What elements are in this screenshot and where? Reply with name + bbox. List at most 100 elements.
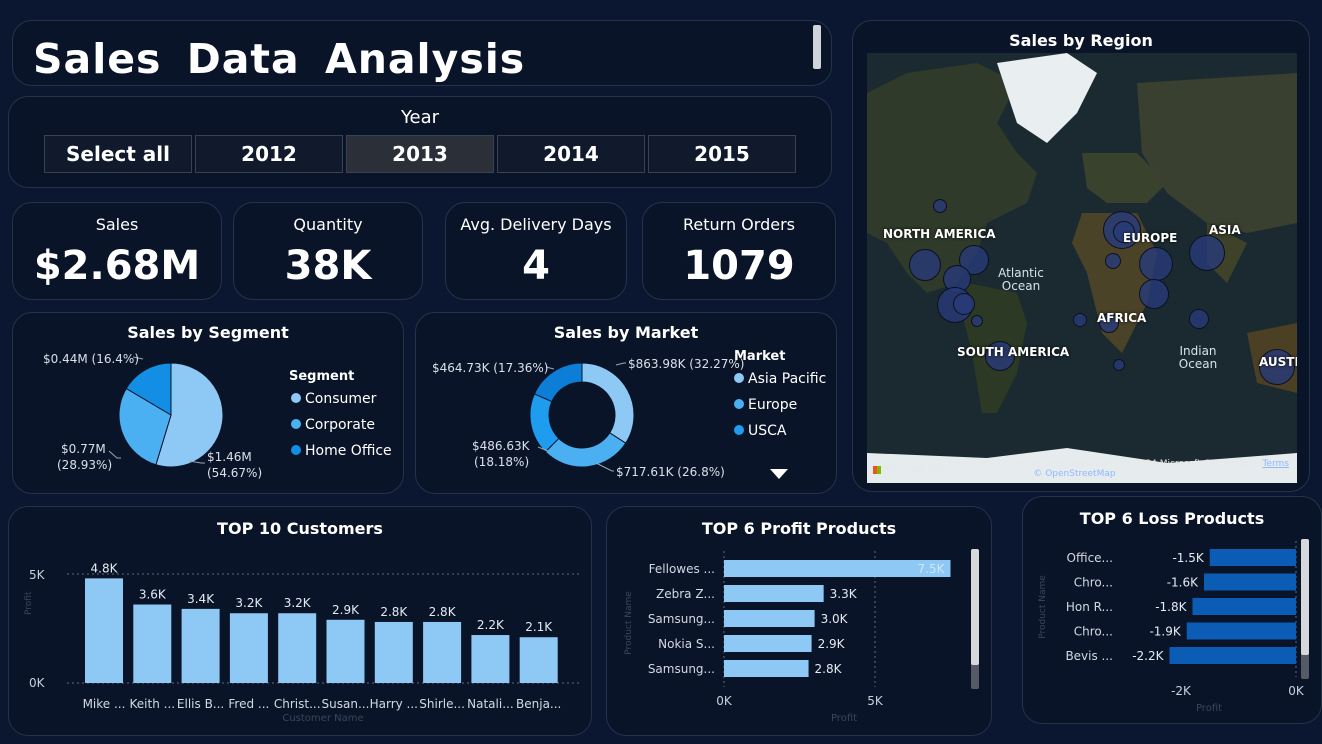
profit-bar[interactable] <box>724 635 812 652</box>
legend-item-home-office[interactable]: Home Office <box>291 443 392 459</box>
customer-bar[interactable] <box>326 619 365 683</box>
region-bubble[interactable] <box>1189 235 1225 271</box>
legend-label: Corporate <box>305 417 375 433</box>
region-bubble[interactable] <box>1139 247 1173 281</box>
customer-bar[interactable] <box>133 604 172 683</box>
legend-dot-icon <box>291 445 301 455</box>
x-tick-label: 0K <box>716 694 733 708</box>
bar-value-label: 3.4K <box>187 592 215 606</box>
profit-bar[interactable] <box>724 610 815 627</box>
y-axis-title: Product Name <box>624 591 634 655</box>
customer-bar[interactable] <box>181 608 220 683</box>
microsoft-logo-icon <box>873 465 881 474</box>
bar-value-label: 2.8K <box>380 605 408 619</box>
pie-slice[interactable] <box>581 362 635 444</box>
map-attribution: © 2024 TomTom, Earthstar Geographics SIO… <box>917 459 1289 479</box>
kpi-quantity-label: Quantity <box>293 215 363 234</box>
customer-bar[interactable] <box>229 613 268 683</box>
y-tick-label: 5K <box>29 568 46 582</box>
legend-dot-icon <box>291 419 301 429</box>
scrollbar-thumb[interactable] <box>971 549 979 665</box>
x-axis-title: Profit <box>1196 703 1222 714</box>
region-map[interactable]: NORTH AMERICA EUROPE ASIA AFRICA SOUTH A… <box>867 53 1297 483</box>
legend-scroll-down-icon[interactable] <box>770 469 788 479</box>
legend-dot-icon <box>734 373 744 383</box>
customers-bar-chart: 5K 0K Profit Customer Name 4.8K Mike ... 3… <box>24 561 579 724</box>
loss-bar-chart: Product Name Profit -2K 0K -1.5K Office..… <box>1038 541 1305 714</box>
legend-item-consumer[interactable]: Consumer <box>291 391 376 407</box>
customer-bar[interactable] <box>374 621 413 683</box>
market-leader-line <box>615 362 626 366</box>
segment-data-label: $1.46M <box>207 450 252 464</box>
year-2014-button[interactable]: 2014 <box>497 135 645 173</box>
loss-chart-scrollbar[interactable] <box>1301 539 1309 679</box>
region-bubble[interactable] <box>953 293 975 315</box>
region-bubble[interactable] <box>1073 313 1087 327</box>
customer-bar[interactable] <box>278 613 317 683</box>
region-bubble[interactable] <box>1113 359 1125 371</box>
x-tick-label: Ellis B... <box>177 697 224 711</box>
profit-bar-chart: Product Name Profit 0K 5K 7.5K Fellowes .… <box>624 551 951 724</box>
x-tick-label: Christ... <box>274 697 321 711</box>
bar-value-label: 3.0K <box>821 612 849 626</box>
region-bubble[interactable] <box>1139 279 1169 309</box>
market-data-label: $863.98K (32.27%) <box>628 357 744 371</box>
x-tick-label: 5K <box>867 694 884 708</box>
map-terms-link[interactable]: Terms <box>1262 459 1289 469</box>
legend-item-usca[interactable]: USCA <box>734 423 787 439</box>
bar-value-label: 3.2K <box>284 596 312 610</box>
year-2013-button[interactable]: 2013 <box>346 135 494 173</box>
y-tick-label: Office... <box>1067 551 1113 565</box>
title-scrollbar[interactable] <box>813 25 821 69</box>
segment-data-label: $0.44M (16.4%) <box>43 352 139 366</box>
year-slicer: Year Select all 2012 2013 2014 2015 <box>8 96 832 188</box>
market-leader-line <box>595 462 614 472</box>
map-label-europe: EUROPE <box>1123 231 1178 245</box>
profit-chart-card: TOP 6 Profit Products Product Name Profi… <box>606 506 992 736</box>
map-osm-link[interactable]: © OpenStreetMap <box>1033 469 1289 479</box>
year-2012-button[interactable]: 2012 <box>195 135 343 173</box>
profit-bar[interactable] <box>724 560 951 577</box>
region-bubble[interactable] <box>933 199 947 213</box>
legend-item-europe[interactable]: Europe <box>734 397 797 413</box>
bar-value-label: -1.5K <box>1172 551 1204 565</box>
year-select-all-button[interactable]: Select all <box>44 135 192 173</box>
region-bubble[interactable] <box>1189 309 1209 329</box>
loss-bar[interactable] <box>1209 549 1296 566</box>
customer-bar[interactable] <box>85 578 123 683</box>
loss-bar[interactable] <box>1204 573 1296 591</box>
customer-bar[interactable] <box>423 621 462 683</box>
region-bubble[interactable] <box>971 315 983 327</box>
x-tick-label: Fred ... <box>228 697 269 711</box>
loss-bar[interactable] <box>1186 622 1296 640</box>
legend-item-asia-pacific[interactable]: Asia Pacific <box>734 371 826 387</box>
customer-bar[interactable] <box>519 637 558 683</box>
legend-item-corporate[interactable]: Corporate <box>291 417 375 433</box>
region-bubble[interactable] <box>909 249 941 281</box>
market-data-label: $717.61K (26.8%) <box>616 465 725 479</box>
x-tick-label: Shirle... <box>419 697 465 711</box>
scrollbar-thumb[interactable] <box>1301 539 1309 655</box>
profit-chart-scrollbar[interactable] <box>971 549 979 689</box>
y-tick-label: Bevis ... <box>1065 649 1113 663</box>
map-label-south-america: SOUTH AMERICA <box>957 345 1070 359</box>
bar-value-label: 2.1K <box>525 620 553 634</box>
pie-slice[interactable] <box>529 393 560 453</box>
map-label-north-america: NORTH AMERICA <box>883 227 996 241</box>
profit-bar[interactable] <box>724 660 809 677</box>
region-bubble[interactable] <box>1105 253 1121 269</box>
loss-bar[interactable] <box>1169 647 1297 664</box>
y-tick-label: Nokia S... <box>658 637 715 651</box>
kpi-returns-label: Return Orders <box>683 215 795 234</box>
customer-bar[interactable] <box>471 635 510 683</box>
y-axis-title: Profit <box>24 591 34 615</box>
loss-bar[interactable] <box>1192 598 1297 615</box>
region-map-card: Sales by Region NORTH AMERICA EUROPE ASI… <box>852 20 1310 492</box>
map-ocean-indian: Indian Ocean <box>1178 344 1218 371</box>
kpi-delivery-label: Avg. Delivery Days <box>460 215 612 234</box>
bar-value-label: 2.8K <box>429 605 457 619</box>
profit-bar[interactable] <box>724 585 824 602</box>
year-2015-button[interactable]: 2015 <box>648 135 796 173</box>
bar-value-label: -1.6K <box>1167 576 1199 590</box>
kpi-quantity-value: 38K <box>284 243 372 289</box>
